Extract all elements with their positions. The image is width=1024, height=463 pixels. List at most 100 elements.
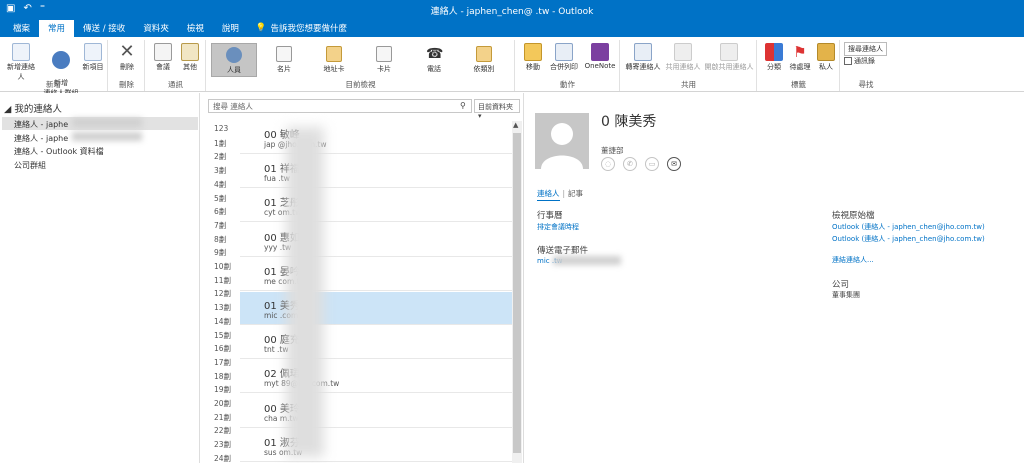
tab-send-receive[interactable]: 傳送 / 接收 [74, 20, 134, 37]
contact-row[interactable]: 00 美玲 cha m.tw [240, 395, 512, 428]
im-icon[interactable]: ◌ [601, 157, 615, 171]
index-item[interactable]: 10劃 [214, 261, 238, 272]
index-item[interactable]: 20劃 [214, 398, 238, 409]
tab-contact[interactable]: 連絡人 [537, 189, 560, 201]
redaction [72, 132, 143, 141]
call-icon[interactable]: ✆ [623, 157, 637, 171]
index-item[interactable]: 9劃 [214, 247, 238, 258]
search-people-box[interactable]: 搜尋連絡人 [844, 42, 887, 56]
more-icon [181, 43, 199, 61]
index-item[interactable]: 24劃 [214, 453, 238, 463]
contact-row[interactable]: 00 庭充 tnt .tw [240, 326, 512, 360]
video-icon[interactable]: ▭ [645, 157, 659, 171]
contact-row[interactable]: 01 淑芬 sus om.tw [240, 429, 512, 462]
view-business-card-button[interactable]: 名片 [261, 43, 307, 77]
index-item[interactable]: 12劃 [214, 288, 238, 299]
view-by-category-button[interactable]: 依類別 [461, 43, 507, 77]
view-source-title: 檢視原始檔 [832, 211, 875, 221]
index-item[interactable]: 17劃 [214, 357, 238, 368]
share-contacts-icon [674, 43, 692, 61]
tab-home[interactable]: 常用 [39, 20, 75, 37]
contact-list: 搜尋 連絡人 ⚲ 目前資料夾 ▾ 123 1劃 2劃 3劃 4劃 5劃 6劃 7劃 8劃 9劃 10… [200, 93, 524, 463]
view-phone-button[interactable]: ☎ 電話 [411, 43, 457, 77]
contact-card-icon [12, 43, 30, 61]
schedule-meeting-link[interactable]: 排定會議時程 [537, 222, 579, 232]
lightbulb-icon: 💡 [255, 23, 267, 33]
share-contacts-button[interactable]: 共用連絡人 [663, 43, 703, 72]
tab-notes[interactable]: 記事 [568, 189, 583, 198]
meeting-button[interactable]: 會議 [150, 43, 176, 72]
search-scope-dropdown[interactable]: 目前資料夾 ▾ [474, 99, 520, 120]
tell-me-label: 告訴我您想要做什麼 [270, 24, 347, 34]
folder-contacts-outlook[interactable]: 連絡人 - Outlook 資料檔 [12, 145, 198, 158]
contact-row[interactable]: 01 芝彤 cyt om.tw [240, 189, 512, 223]
tab-file[interactable]: 檔案 [4, 20, 39, 37]
search-icon[interactable]: ⚲ [460, 101, 466, 110]
new-items-button[interactable]: 新項目 [80, 43, 106, 72]
index-item[interactable]: 15劃 [214, 330, 238, 341]
tab-folder[interactable]: 資料夾 [134, 20, 178, 37]
index-item[interactable]: 123 [214, 124, 238, 133]
open-shared-contacts-button[interactable]: 開啟共用連絡人 [703, 43, 755, 72]
view-card-button[interactable]: 卡片 [361, 43, 407, 77]
view-people-button[interactable]: 人員 [211, 43, 257, 77]
tab-view[interactable]: 檢視 [178, 20, 213, 37]
search-input[interactable]: 搜尋 連絡人 [208, 99, 472, 113]
group-delete: ✕ 刪除 刪除 [109, 40, 145, 91]
index-item[interactable]: 23劃 [214, 439, 238, 450]
index-item[interactable]: 18劃 [214, 371, 238, 382]
delete-button[interactable]: ✕ 刪除 [113, 43, 141, 72]
index-item[interactable]: 11劃 [214, 275, 238, 286]
forward-contact-button[interactable]: 轉寄連絡人 [623, 43, 663, 72]
folder-contacts-2[interactable]: 連絡人 - japhe [12, 131, 198, 144]
index-item[interactable]: 7劃 [214, 220, 238, 231]
index-item[interactable]: 4劃 [214, 179, 238, 190]
index-item[interactable]: 2劃 [214, 151, 238, 162]
my-contacts-header[interactable]: ◢ 我的連絡人 [4, 101, 62, 115]
index-item[interactable]: 21劃 [214, 412, 238, 423]
source-link-1[interactable]: Outlook (連絡人 - japhen_chen@jho.com.tw) [832, 222, 985, 232]
categorize-button[interactable]: 分類 [762, 43, 786, 72]
contact-row[interactable]: 01 美秀mic .com.tw [240, 292, 512, 325]
index-item[interactable]: 5劃 [214, 193, 238, 204]
mail-merge-button[interactable]: 合併列印 [546, 43, 582, 72]
avatar-placeholder-icon [541, 123, 583, 169]
contact-row[interactable]: 00 惠如 yyy .tw [240, 224, 512, 257]
index-item[interactable]: 8劃 [214, 234, 238, 245]
folder-company-groups[interactable]: 公司群組 [12, 159, 198, 172]
contact-row[interactable]: 02 佩珺myt 89@jho.com.tw [240, 360, 512, 394]
index-item[interactable]: 16劃 [214, 343, 238, 354]
index-item[interactable]: 13劃 [214, 302, 238, 313]
index-item[interactable]: 1劃 [214, 138, 238, 149]
onenote-button[interactable]: OneNote [582, 43, 618, 70]
scroll-up-icon[interactable]: ▲ [513, 121, 518, 129]
email-icon[interactable]: ✉ [667, 157, 681, 171]
contact-row[interactable]: 01 祥福 fua .tw [240, 155, 512, 189]
index-item[interactable]: 3劃 [214, 165, 238, 176]
new-contact-button[interactable]: 新增連絡人 [4, 43, 38, 82]
address-book-button[interactable]: 通訊錄 [844, 56, 875, 66]
contact-row[interactable]: 01 晏吟 me com.tw [240, 258, 512, 291]
source-link-2[interactable]: Outlook (連絡人 - japhen_chen@jho.com.tw) [832, 234, 985, 244]
more-button[interactable]: 其他 [177, 43, 203, 72]
follow-up-button[interactable]: ⚑ 待處理 [787, 43, 813, 72]
index-item[interactable]: 14劃 [214, 316, 238, 327]
group-new: 新增連絡人 新增 連絡人群組 新項目 新增 [0, 40, 108, 97]
ribbon-tabs: 檔案 常用 傳送 / 接收 資料夾 檢視 說明 💡 告訴我您想要做什麼 [0, 20, 1024, 37]
index-item[interactable]: 19劃 [214, 384, 238, 395]
scrollbar-thumb[interactable] [513, 133, 521, 453]
index-item[interactable]: 6劃 [214, 206, 238, 217]
private-button[interactable]: 私人 [814, 43, 838, 72]
contact-row[interactable]: 00 敏峰jap @jho.com.tw [240, 121, 512, 154]
move-button[interactable]: 移動 [520, 43, 546, 72]
link-contacts-link[interactable]: 連結連絡人... [832, 255, 874, 265]
tell-me-box[interactable]: 💡 告訴我您想要做什麼 [248, 20, 356, 37]
tab-help[interactable]: 說明 [213, 20, 248, 37]
category-envelope-icon [476, 46, 492, 62]
scrollbar[interactable]: ▲ [512, 121, 522, 463]
calendar-icon [154, 43, 172, 61]
folder-contacts-1[interactable]: 連絡人 - japhe [2, 117, 198, 130]
index-item[interactable]: 22劃 [214, 425, 238, 436]
view-address-card-button[interactable]: 地址卡 [311, 43, 357, 77]
card-icon [376, 46, 392, 62]
